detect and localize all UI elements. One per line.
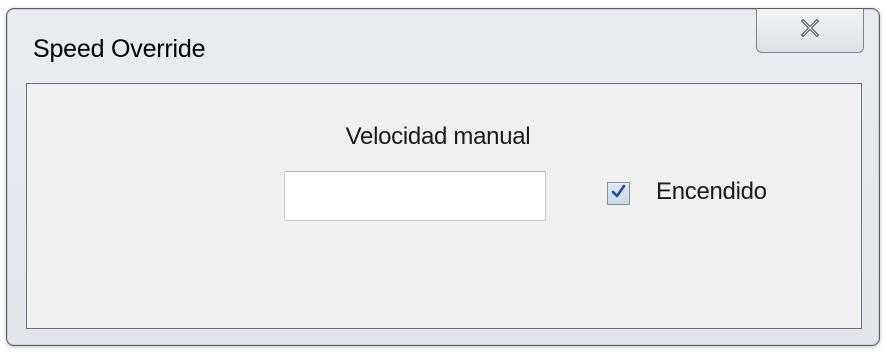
dialog-content: Velocidad manual Encendido [26, 83, 862, 329]
dialog-window: Speed Override Velocidad manual Encendid… [6, 8, 880, 346]
window-title: Speed Override [33, 35, 206, 63]
speed-input[interactable] [284, 171, 546, 221]
close-button[interactable] [756, 9, 864, 53]
enabled-checkbox-label[interactable]: Encendido [656, 178, 767, 206]
checkmark-icon [610, 183, 627, 205]
enabled-checkbox[interactable] [607, 182, 630, 205]
close-icon [799, 18, 821, 43]
speed-label: Velocidad manual [345, 123, 531, 150]
